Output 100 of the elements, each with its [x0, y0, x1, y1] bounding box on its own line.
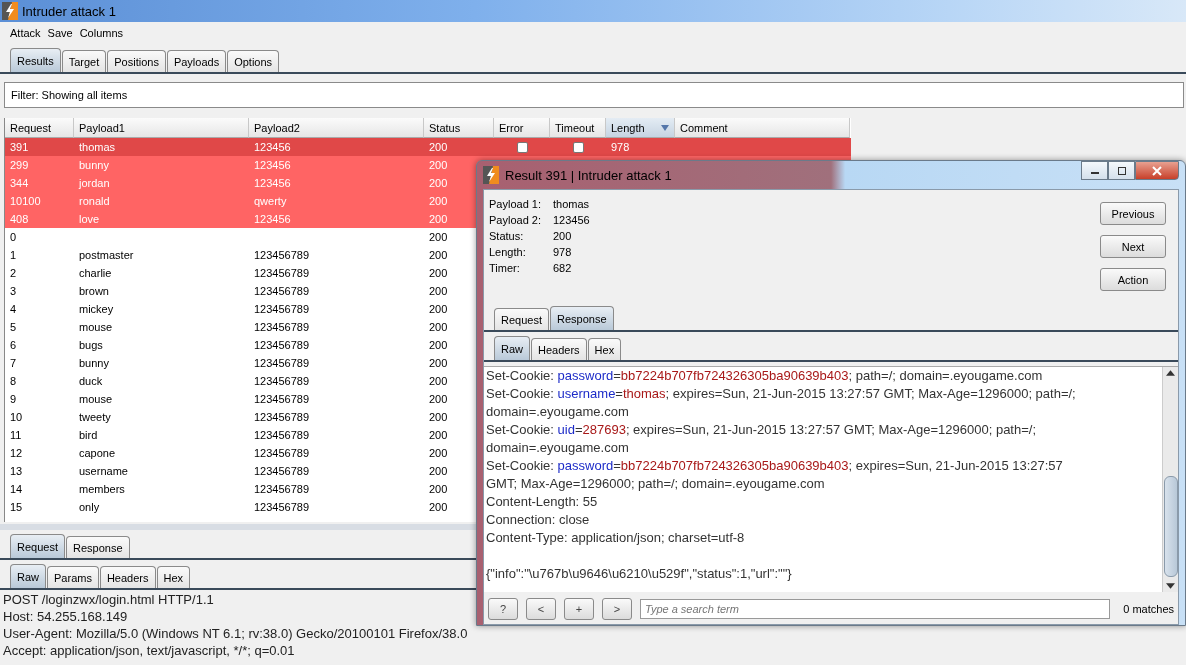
- tab[interactable]: Options: [227, 50, 280, 72]
- scroll-down-icon[interactable]: [1166, 583, 1175, 589]
- column-header[interactable]: Payload1: [74, 118, 249, 138]
- table-cell: 123456789: [254, 375, 310, 387]
- detail-label: Status:: [489, 230, 525, 244]
- table-cell: 123456: [254, 213, 291, 225]
- table-row[interactable]: 391 thomas 123456 200 978: [5, 138, 851, 156]
- filter-bar[interactable]: Filter: Showing all items: [4, 82, 1184, 108]
- detail-value: 978: [553, 246, 572, 260]
- table-cell: brown: [79, 285, 109, 297]
- scrollbar[interactable]: [1162, 367, 1178, 592]
- table-cell: bird: [79, 429, 98, 441]
- tab[interactable]: Headers: [99, 566, 156, 588]
- table-cell: 123456789: [254, 321, 310, 333]
- table-cell: 200: [429, 321, 448, 333]
- table-cell: 123456789: [254, 357, 310, 369]
- column-header[interactable]: Status: [424, 118, 494, 138]
- tab[interactable]: Response: [66, 536, 130, 558]
- table-cell: 978: [611, 141, 630, 153]
- tab[interactable]: Hex: [587, 338, 622, 360]
- table-cell: 200: [429, 357, 448, 369]
- table-cell: 2: [10, 267, 17, 279]
- search-nav-button[interactable]: >: [602, 598, 632, 620]
- tab[interactable]: Params: [47, 566, 99, 588]
- tab[interactable]: Results: [10, 48, 61, 72]
- request-line: User-Agent: Mozilla/5.0 (Windows NT 6.1; rv:38.0) Gecko/20100101 Firefox/38.0: [3, 625, 468, 642]
- table-cell: 123456: [254, 141, 291, 153]
- table-cell: 15: [10, 501, 23, 513]
- request-line: Host: 54.255.168.149: [3, 608, 128, 625]
- table-cell: 123456789: [254, 303, 310, 315]
- request-line: POST /loginzwx/login.html HTTP/1.1: [3, 591, 214, 608]
- table-cell: 200: [429, 393, 448, 405]
- tab[interactable]: Response: [550, 306, 614, 330]
- tab[interactable]: Positions: [107, 50, 166, 72]
- column-header[interactable]: Error: [494, 118, 550, 138]
- search-nav-button[interactable]: ?: [488, 598, 518, 620]
- table-cell: 13: [10, 465, 23, 477]
- scroll-up-icon[interactable]: [1166, 370, 1175, 376]
- table-cell: 200: [429, 231, 448, 243]
- table-cell: 14: [10, 483, 23, 495]
- column-header[interactable]: Timeout: [550, 118, 606, 138]
- response-line: GMT; Max-Age=1296000; path=/; domain=.eyougame.com: [486, 475, 826, 493]
- table-cell: 200: [429, 501, 448, 513]
- table-cell: 200: [429, 303, 448, 315]
- checkbox[interactable]: [573, 141, 584, 153]
- table-cell: charlie: [79, 267, 112, 279]
- table-cell: 408: [10, 213, 29, 225]
- tab[interactable]: Target: [61, 50, 107, 72]
- table-cell: 200: [429, 267, 448, 279]
- table-cell: 200: [429, 429, 448, 441]
- table-cell: 12: [10, 447, 23, 459]
- table-cell: bunny: [79, 159, 109, 171]
- request-line: Accept: application/json, text/javascript, */*; q=0.01: [3, 642, 295, 659]
- table-cell: 9: [10, 393, 17, 405]
- detail-label: Payload 1:: [489, 198, 542, 212]
- menu-item[interactable]: Attack: [10, 27, 41, 39]
- close-button[interactable]: [1135, 161, 1179, 180]
- table-cell: 123456: [254, 159, 291, 171]
- response-line: Set-Cookie: password=bb7224b707fb724326305ba90639b403; path=/; domain=.eyougame.com: [486, 367, 1044, 385]
- detail-label: Payload 2:: [489, 214, 542, 228]
- table-cell: members: [79, 483, 125, 495]
- search-nav-button[interactable]: <: [526, 598, 556, 620]
- table-cell: ronald: [79, 195, 110, 207]
- table-cell: 4: [10, 303, 17, 315]
- table-cell: tweety: [79, 411, 111, 423]
- tab[interactable]: Headers: [531, 338, 587, 360]
- detail-value: 682: [553, 262, 572, 276]
- table-cell: postmaster: [79, 249, 134, 261]
- tab[interactable]: Request: [10, 534, 65, 558]
- column-header[interactable]: Request: [5, 118, 74, 138]
- action-button[interactable]: Previous: [1100, 202, 1166, 225]
- column-header[interactable]: Payload2: [249, 118, 424, 138]
- tab[interactable]: Raw: [494, 336, 530, 360]
- tab[interactable]: Raw: [10, 564, 46, 588]
- window-title: Intruder attack 1: [22, 3, 116, 19]
- table-cell: 200: [429, 141, 448, 153]
- table-cell: 123456789: [254, 411, 310, 423]
- action-button[interactable]: Action: [1100, 268, 1166, 291]
- table-cell: 0: [10, 231, 17, 243]
- search-nav-button[interactable]: +: [564, 598, 594, 620]
- table-cell: 123456789: [254, 393, 310, 405]
- table-cell: 11: [10, 429, 22, 441]
- menu-item[interactable]: Save: [47, 27, 73, 39]
- table-cell: 200: [429, 195, 448, 207]
- tab[interactable]: Request: [494, 308, 549, 330]
- table-cell: 200: [429, 177, 448, 189]
- action-button[interactable]: Next: [1100, 235, 1166, 258]
- table-cell: bugs: [79, 339, 103, 351]
- search-field[interactable]: Type a search term: [640, 599, 1110, 619]
- maximize-button[interactable]: [1108, 161, 1135, 180]
- minimize-button[interactable]: [1081, 161, 1108, 180]
- tab[interactable]: Payloads: [166, 50, 227, 72]
- checkbox[interactable]: [517, 141, 528, 153]
- table-cell: 200: [429, 285, 448, 297]
- detail-value: thomas: [553, 198, 590, 212]
- column-header[interactable]: Length: [606, 118, 675, 138]
- tab[interactable]: Hex: [156, 566, 191, 588]
- menu-item[interactable]: Columns: [79, 27, 124, 39]
- column-header[interactable]: Comment: [675, 118, 850, 138]
- table-cell: capone: [79, 447, 116, 459]
